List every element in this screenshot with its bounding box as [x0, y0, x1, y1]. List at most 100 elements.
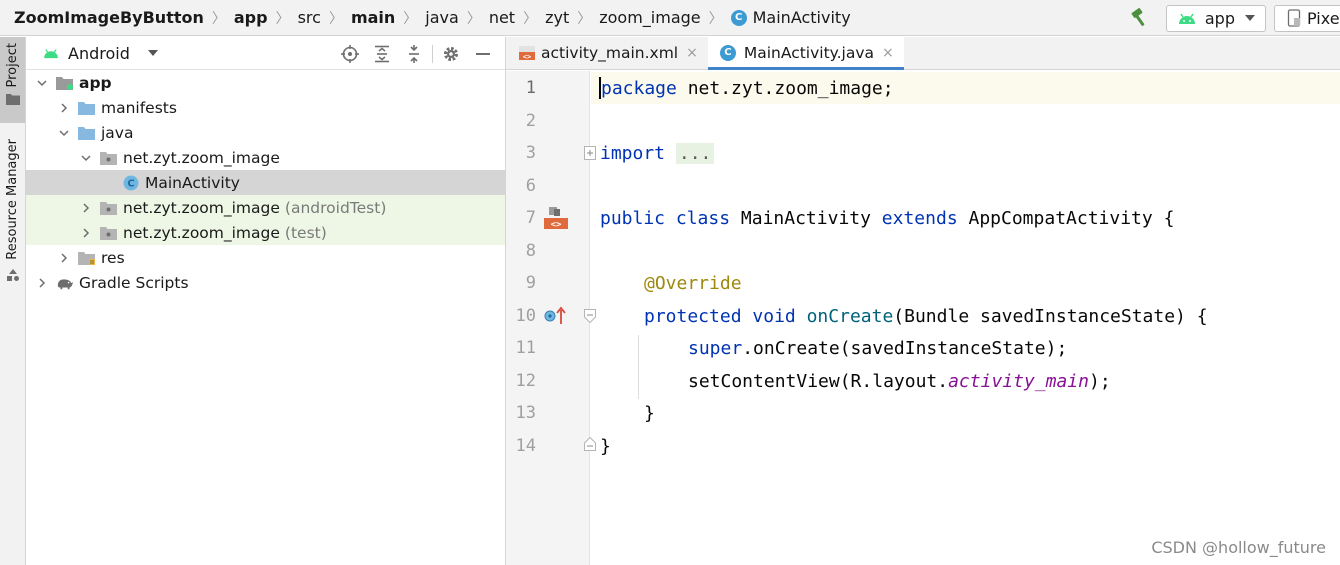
locate-file-button[interactable] [334, 40, 366, 68]
code-text: net.zyt.zoom_image; [676, 77, 894, 99]
folded-imports[interactable]: ... [675, 142, 715, 164]
code-line[interactable]: } [591, 397, 1340, 429]
breadcrumb-zyt[interactable]: zyt [545, 8, 569, 27]
breadcrumb-main[interactable]: main [351, 8, 395, 27]
tree-item-label: app [79, 73, 112, 92]
tree-item-label: res [101, 248, 125, 267]
line-number: 6 [525, 176, 536, 196]
package-icon [100, 200, 118, 216]
collapse-all-button[interactable] [398, 40, 430, 68]
collapse-all-icon [409, 44, 419, 63]
breadcrumb-app[interactable]: app [234, 8, 268, 27]
resource-folder-icon [78, 250, 96, 266]
chevron-down-icon[interactable] [58, 127, 70, 139]
code-line[interactable]: protected void onCreate (Bundle savedInst… [591, 300, 1340, 332]
resource-manager-icon [6, 268, 19, 281]
breadcrumb-current[interactable]: MainActivity [753, 8, 851, 27]
breadcrumb-project[interactable]: ZoomImageByButton [14, 8, 204, 27]
chevron-right-icon[interactable] [58, 102, 70, 114]
class-name: MainActivity [740, 207, 871, 229]
code-line[interactable]: setContentView(R.layout. activity_main); [591, 365, 1340, 397]
breadcrumb-net[interactable]: net [489, 8, 515, 27]
tree-item-suffix: (test) [284, 223, 327, 242]
gear-icon [444, 46, 458, 61]
keyword: class [675, 207, 731, 229]
settings-button[interactable] [435, 40, 467, 68]
tree-item-manifests[interactable]: manifests [26, 95, 505, 120]
project-panel: Android app manifests java net.zyt.zoom_… [26, 37, 506, 565]
keyword: import [600, 142, 666, 164]
breadcrumb: ZoomImageByButton 〉 app 〉 src 〉 main 〉 j… [0, 8, 851, 28]
class-icon: C [122, 175, 140, 191]
watermark: CSDN @hollow_future [1151, 538, 1326, 557]
folder-icon [78, 125, 96, 141]
keyword: package [601, 77, 677, 99]
tree-item-gradle-scripts[interactable]: Gradle Scripts [26, 270, 505, 295]
code-line[interactable]: package net.zyt.zoom_image; [591, 72, 1340, 104]
code-line[interactable]: @Override [591, 267, 1340, 299]
breadcrumb-zoom-image[interactable]: zoom_image [599, 8, 700, 27]
keyword: void [752, 305, 796, 327]
tree-item-app[interactable]: app [26, 70, 505, 95]
chevron-right-icon[interactable] [80, 202, 92, 214]
breadcrumb-src[interactable]: src [298, 8, 321, 27]
hide-panel-button[interactable] [467, 40, 499, 68]
project-tab-label: Project [5, 43, 20, 88]
chevron-down-icon[interactable] [36, 77, 48, 89]
tree-item-java[interactable]: java [26, 120, 505, 145]
view-mode-label: Android [68, 43, 130, 63]
tree-item-package-test[interactable]: net.zyt.zoom_image (test) [26, 220, 505, 245]
expand-all-icon [375, 45, 389, 62]
tree-item-label: net.zyt.zoom_image [123, 148, 280, 167]
keyword: super [688, 337, 743, 359]
tree-item-package-androidtest[interactable]: net.zyt.zoom_image (androidTest) [26, 195, 505, 220]
chevron-right-icon[interactable] [36, 277, 48, 289]
tree-item-res[interactable]: res [26, 245, 505, 270]
module-folder-icon [56, 75, 74, 91]
tree-item-mainactivity[interactable]: C MainActivity [26, 170, 505, 195]
code-line[interactable]: } [591, 430, 1340, 462]
code-line[interactable]: import ... [591, 137, 1340, 169]
annotation: @Override [644, 272, 742, 294]
svg-text:C: C [127, 178, 134, 189]
line-number: 7 [525, 208, 536, 228]
close-icon[interactable]: × [686, 45, 698, 61]
breadcrumb-separator: 〉 [275, 10, 290, 27]
resource-manager-tool-tab[interactable]: Resource Manager [0, 135, 25, 315]
chevron-right-icon[interactable] [80, 227, 92, 239]
tree-item-package[interactable]: net.zyt.zoom_image [26, 145, 505, 170]
line-number: 10 [515, 306, 536, 326]
build-hammer-icon[interactable] [1126, 4, 1154, 32]
project-tool-tab[interactable]: Project [0, 37, 25, 123]
breadcrumb-java[interactable]: java [425, 8, 459, 27]
chevron-down-icon [1245, 15, 1255, 21]
device-select[interactable]: Pixel [1274, 4, 1340, 32]
layout-file-icon: <> [519, 45, 535, 61]
activity-layout-icon[interactable]: <> [543, 206, 569, 230]
android-icon [44, 49, 58, 59]
class-icon: C [730, 9, 747, 26]
tab-activity-main-xml[interactable]: <> activity_main.xml × [506, 36, 708, 69]
code-text: setContentView(R.layout. [688, 370, 949, 392]
navigation-bar: ZoomImageByButton 〉 app 〉 src 〉 main 〉 j… [0, 0, 1340, 36]
code-text: (Bundle savedInstanceState) { [893, 305, 1208, 327]
run-configuration-select[interactable]: app [1165, 4, 1266, 32]
tree-item-label: net.zyt.zoom_image [123, 198, 280, 217]
class-icon: C [719, 44, 736, 61]
svg-text:<>: <> [551, 220, 562, 230]
view-mode-select[interactable]: Android [42, 44, 158, 63]
code-line[interactable]: public class MainActivity extends AppCom… [591, 202, 1340, 234]
overrides-method-icon[interactable] [544, 306, 568, 326]
line-number: 12 [515, 371, 536, 391]
code-line[interactable]: super .onCreate(savedInstanceState); [591, 332, 1340, 364]
code-editor: <> activity_main.xml × C MainActivity.ja… [506, 36, 1340, 565]
keyword: extends [881, 207, 958, 229]
code-area[interactable]: package net.zyt.zoom_image; import ... p… [591, 71, 1340, 565]
tree-item-label: MainActivity [145, 173, 240, 192]
chevron-right-icon[interactable] [58, 252, 70, 264]
chevron-down-icon[interactable] [80, 152, 92, 164]
tab-mainactivity-java[interactable]: C MainActivity.java × [707, 36, 904, 70]
close-icon[interactable]: × [882, 45, 894, 61]
expand-all-button[interactable] [366, 40, 398, 68]
code-text: AppCompatActivity { [968, 207, 1175, 229]
